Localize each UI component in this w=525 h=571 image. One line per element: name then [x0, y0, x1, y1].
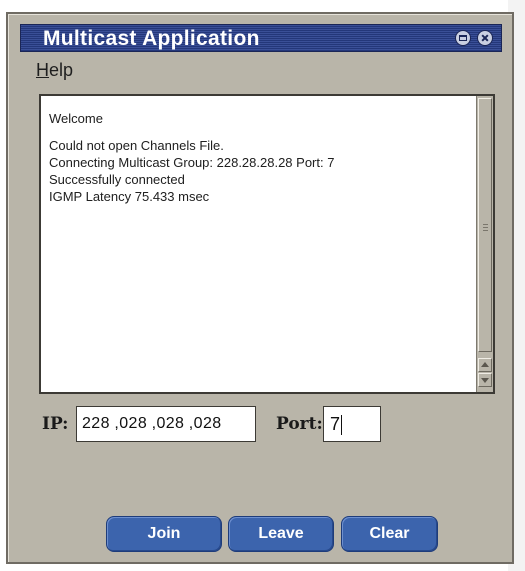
log-line: IGMP Latency 75.433 msec: [49, 189, 210, 204]
menu-help-mnemonic: H: [36, 60, 49, 80]
menu-help-label: elp: [49, 60, 74, 80]
ip-label: IP:: [42, 414, 69, 434]
menu-help[interactable]: Help: [36, 60, 73, 80]
scroll-up-arrow-icon[interactable]: [478, 358, 492, 372]
menu-bar: Help: [36, 58, 73, 82]
join-button[interactable]: Join: [106, 516, 222, 552]
log-line: Could not open Channels File.: [49, 138, 224, 153]
log-line: Welcome: [49, 111, 103, 126]
vertical-scrollbar[interactable]: [476, 96, 493, 392]
text-caret: [341, 415, 343, 436]
ip-address-field[interactable]: 228 ,028 ,028 ,028: [76, 406, 256, 442]
multicast-window: Multicast Application Help Welcome Could…: [6, 12, 514, 564]
leave-button[interactable]: Leave: [228, 516, 334, 552]
close-icon[interactable]: [477, 30, 493, 46]
log-line: Connecting Multicast Group: 228.28.28.28…: [49, 155, 335, 170]
port-input[interactable]: 7: [323, 406, 381, 442]
port-label: Port:: [276, 414, 323, 434]
clear-button[interactable]: Clear: [341, 516, 438, 552]
title-bar[interactable]: Multicast Application: [20, 24, 502, 52]
ip-octet-4[interactable]: 028: [194, 415, 222, 432]
log-textarea[interactable]: Welcome Could not open Channels File. Co…: [39, 94, 495, 394]
ip-octet-2[interactable]: 028: [119, 415, 147, 432]
ip-octet-3[interactable]: 028: [156, 415, 184, 432]
port-value: 7: [330, 414, 341, 434]
ip-octet-1[interactable]: 228: [82, 415, 110, 432]
log-line: Successfully connected: [49, 172, 185, 187]
log-content: Welcome Could not open Channels File. Co…: [49, 110, 469, 205]
scroll-down-arrow-icon[interactable]: [478, 373, 492, 387]
minimize-maximize-icon[interactable]: [455, 30, 471, 46]
scrollbar-thumb[interactable]: [478, 98, 492, 352]
window-title: Multicast Application: [43, 27, 260, 50]
scrollbar-grip-icon: [483, 224, 488, 225]
